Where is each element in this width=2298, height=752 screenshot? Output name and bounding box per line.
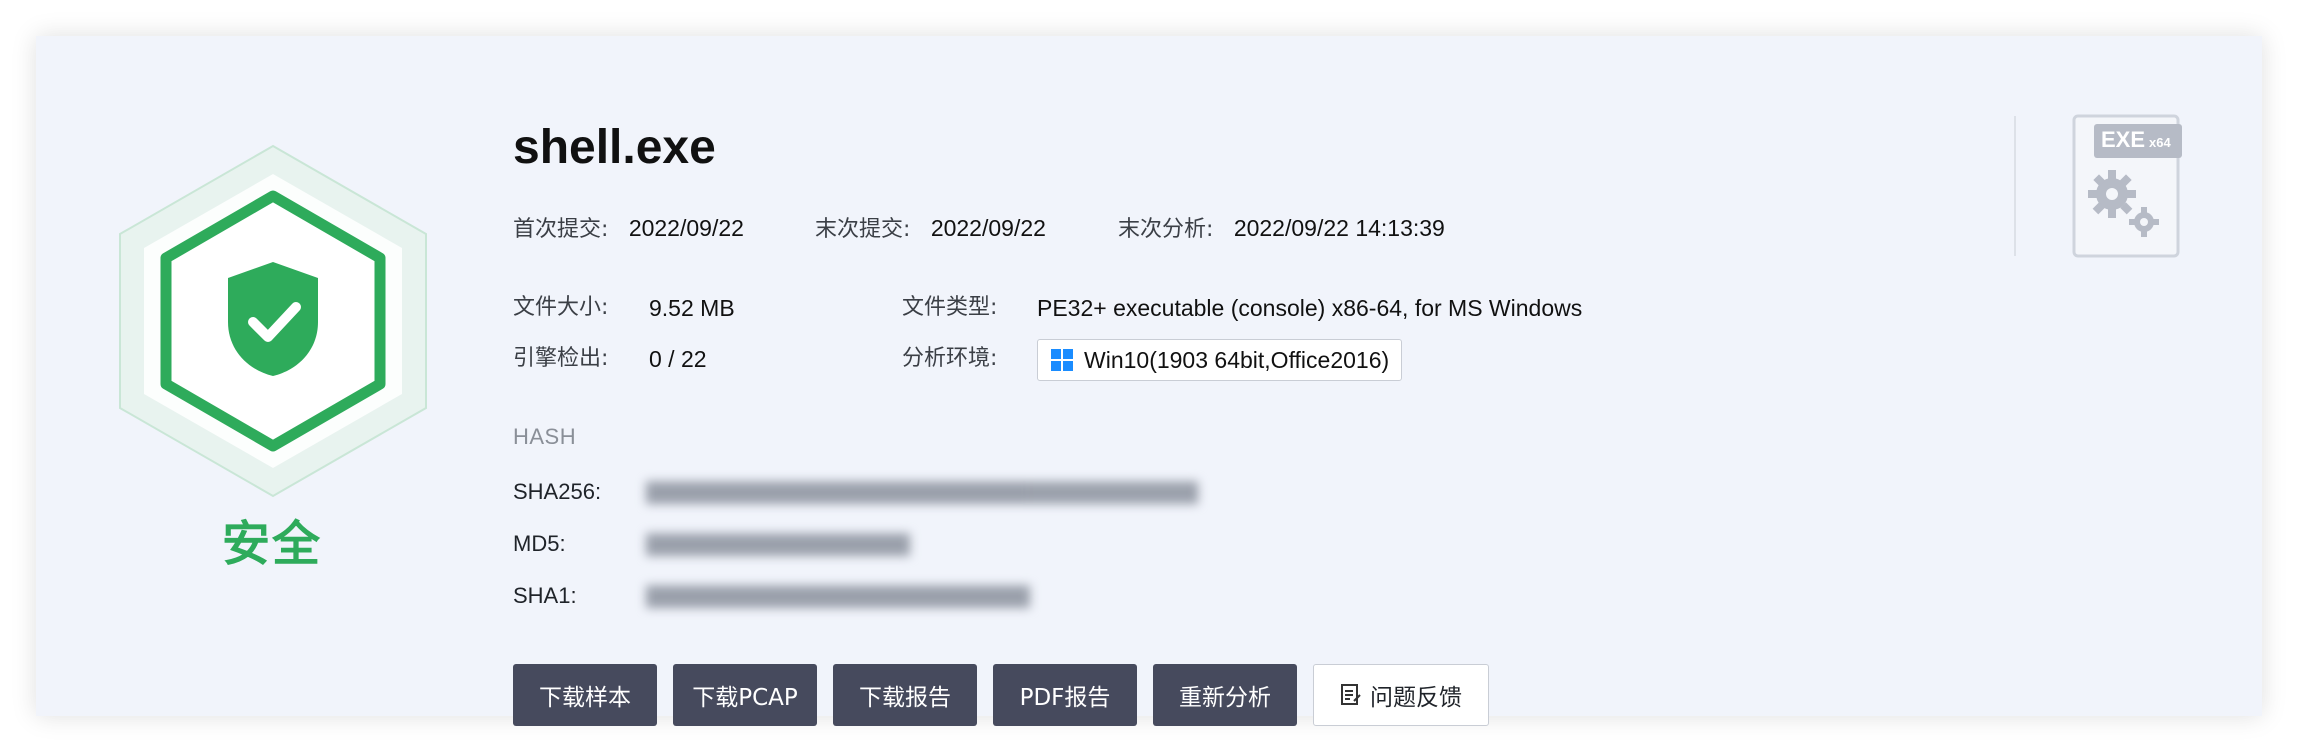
sha256-label: SHA256: <box>513 479 602 504</box>
file-size-label: 文件大小: <box>513 295 609 320</box>
analysis-env-tag: Win10(1903 64bit,Office2016) <box>1037 339 1403 381</box>
file-size-value: 9.52 MB <box>649 295 735 321</box>
sha256-value-redacted: ████████████████████████████████████████… <box>646 482 1199 505</box>
analysis-env-label: 分析环境: <box>902 346 998 371</box>
verdict-shield-badge <box>119 144 427 498</box>
vertical-divider <box>2014 116 2016 256</box>
engine-detect-label: 引擎检出: <box>513 346 609 371</box>
file-type-value: PE32+ executable (console) x86-64, for M… <box>1037 295 1583 321</box>
file-report-card: 安全 shell.exe 首次提交: 2022/09/22 末次提交: 2022… <box>36 36 2262 726</box>
feedback-label: 问题反馈 <box>1370 685 1462 711</box>
last-submit-label: 末次提交: <box>815 217 911 242</box>
last-submit-value: 2022/09/22 <box>930 215 1046 241</box>
sha1-label: SHA1: <box>513 583 577 608</box>
hash-heading: HASH <box>513 424 577 449</box>
arch-badge: x64 <box>2149 135 2171 150</box>
file-type-label: 文件类型: <box>902 295 998 320</box>
reanalyze-button[interactable]: 重新分析 <box>1153 664 1297 726</box>
download-report-button[interactable]: 下载报告 <box>833 664 977 726</box>
last-analysis-value: 2022/09/22 14:13:39 <box>1233 215 1445 241</box>
feedback-button[interactable]: 问题反馈 <box>1313 664 1489 726</box>
pdf-report-button[interactable]: PDF报告 <box>993 664 1137 726</box>
last-analysis-field: 末次分析: 2022/09/22 14:13:39 <box>1118 212 1445 246</box>
md5-label: MD5: <box>513 531 566 556</box>
sha1-value-redacted: ████████████████████████████████ <box>646 586 1031 609</box>
download-pcap-button[interactable]: 下载PCAP <box>673 664 817 726</box>
exe-file-icon: EXE x64 <box>2072 114 2182 258</box>
windows-logo-icon <box>1051 349 1073 371</box>
first-submit-field: 首次提交: 2022/09/22 <box>513 212 744 246</box>
last-analysis-label: 末次分析: <box>1118 217 1214 242</box>
first-submit-label: 首次提交: <box>513 217 609 242</box>
edit-note-icon <box>1341 684 1361 705</box>
last-submit-field: 末次提交: 2022/09/22 <box>815 212 1046 246</box>
analysis-env-value: Win10(1903 64bit,Office2016) <box>1084 346 1390 373</box>
first-submit-value: 2022/09/22 <box>628 215 744 241</box>
verdict-label: 安全 <box>221 516 323 572</box>
engine-detect-value: 0 / 22 <box>649 346 707 372</box>
download-sample-button[interactable]: 下载样本 <box>513 664 657 726</box>
file-type-badge: EXE <box>2101 127 2146 152</box>
file-name-title: shell.exe <box>513 121 716 174</box>
md5-value-redacted: ██████████████████████ <box>646 534 911 557</box>
